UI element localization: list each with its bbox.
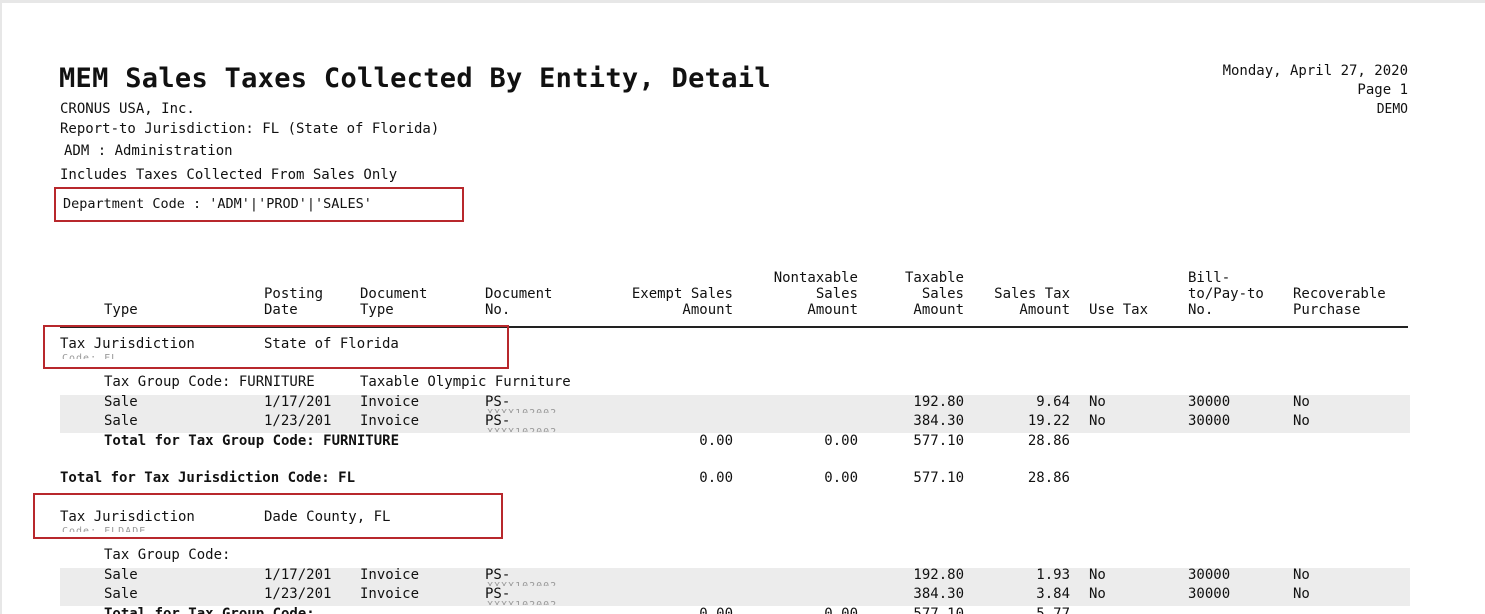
group-total-tax: 5.77 <box>1036 606 1070 614</box>
tax-group-label: Tax Group Code: <box>104 547 231 563</box>
col-header-bill-to: Bill-to/Pay-to No. <box>1188 270 1264 318</box>
cell-posting-date: 1/17/201 <box>264 394 332 410</box>
clipped-text: XXXX102002 <box>487 581 557 586</box>
cell-use-tax: No <box>1089 586 1106 602</box>
cell-document-type: Invoice <box>360 413 420 429</box>
cell-recoverable: No <box>1293 567 1310 583</box>
group-total-nontaxable: 0.00 <box>824 433 858 449</box>
group-total-exempt: 0.00 <box>699 606 733 614</box>
company-name: CRONUS USA, Inc. <box>60 101 195 117</box>
cell-bill-to: 30000 <box>1188 413 1231 429</box>
cell-type: Sale <box>104 413 138 429</box>
cell-bill-to: 30000 <box>1188 394 1231 410</box>
page-number: Page 1 <box>1357 82 1408 98</box>
cell-bill-to: 30000 <box>1188 567 1231 583</box>
jurisdiction-total-exempt: 0.00 <box>699 470 733 486</box>
cell-sales-tax-amount: 19.22 <box>1027 413 1070 429</box>
cell-type: Sale <box>104 567 138 583</box>
cell-bill-to: 30000 <box>1188 586 1231 602</box>
col-header-use-tax: Use Tax <box>1089 302 1149 318</box>
cell-sales-tax-amount: 3.84 <box>1036 586 1070 602</box>
cell-use-tax: No <box>1089 567 1106 583</box>
group-total-exempt: 0.00 <box>699 433 733 449</box>
cell-document-type: Invoice <box>360 586 420 602</box>
cell-taxable-amount: 192.80 <box>913 567 964 583</box>
col-header-recoverable: Recoverable Purchase <box>1293 286 1386 318</box>
col-header-exempt-sales: Exempt Sales Amount <box>631 286 733 318</box>
jurisdiction-highlight <box>43 325 509 369</box>
clipped-text: XXXX102002 <box>487 408 557 413</box>
report-title: MEM Sales Taxes Collected By Entity, Det… <box>59 63 771 94</box>
group-total-tax: 28.86 <box>1027 433 1070 449</box>
cell-use-tax: No <box>1089 394 1106 410</box>
cell-document-type: Invoice <box>360 394 420 410</box>
cell-type: Sale <box>104 394 138 410</box>
user-id: DEMO <box>1376 102 1408 117</box>
report-to-jurisdiction: Report-to Jurisdiction: FL (State of Flo… <box>60 121 440 137</box>
jurisdiction-total-taxable: 577.10 <box>913 470 964 486</box>
clipped-text: XXXX102002 <box>487 427 557 432</box>
department-filter-highlight <box>54 187 464 222</box>
col-header-type: Type <box>104 302 138 318</box>
col-header-document-type: Document Type <box>360 286 428 318</box>
clipped-bottom-row: Total for Tax Group Code: 0.00 0.00 577.… <box>2 604 1485 614</box>
department-line: ADM : Administration <box>64 143 233 159</box>
cell-sales-tax-amount: 1.93 <box>1036 567 1070 583</box>
cell-sales-tax-amount: 9.64 <box>1036 394 1070 410</box>
cell-use-tax: No <box>1089 413 1106 429</box>
cell-taxable-amount: 192.80 <box>913 394 964 410</box>
col-header-taxable-sales: Taxable Sales Amount <box>904 270 964 318</box>
tax-group-description: Taxable Olympic Furniture <box>360 374 571 390</box>
cell-recoverable: No <box>1293 413 1310 429</box>
group-total-label: Total for Tax Group Code: <box>104 606 315 614</box>
cell-type: Sale <box>104 586 138 602</box>
report-date: Monday, April 27, 2020 <box>1222 63 1408 79</box>
includes-line: Includes Taxes Collected From Sales Only <box>60 167 398 183</box>
cell-posting-date: 1/17/201 <box>264 567 332 583</box>
group-total-taxable: 577.10 <box>913 606 964 614</box>
cell-posting-date: 1/23/201 <box>264 586 332 602</box>
group-total-label: Total for Tax Group Code: FURNITURE <box>104 433 400 449</box>
cell-recoverable: No <box>1293 394 1310 410</box>
jurisdiction-total-label: Total for Tax Jurisdiction Code: FL <box>60 470 356 486</box>
cell-posting-date: 1/23/201 <box>264 413 332 429</box>
col-header-nontaxable-sales: Nontaxable Sales Amount <box>773 270 858 318</box>
col-header-document-no: Document No. <box>485 286 553 318</box>
tax-group-label: Tax Group Code: FURNITURE <box>104 374 315 390</box>
jurisdiction-highlight <box>33 493 503 539</box>
jurisdiction-total-tax: 28.86 <box>1027 470 1070 486</box>
col-header-posting-date: Posting Date <box>264 286 324 318</box>
cell-recoverable: No <box>1293 586 1310 602</box>
cell-taxable-amount: 384.30 <box>913 413 964 429</box>
col-header-sales-tax: Sales Tax Amount <box>994 286 1070 318</box>
group-total-nontaxable: 0.00 <box>824 606 858 614</box>
report-page: MEM Sales Taxes Collected By Entity, Det… <box>2 3 1485 614</box>
cell-document-type: Invoice <box>360 567 420 583</box>
cell-taxable-amount: 384.30 <box>913 586 964 602</box>
jurisdiction-total-nontaxable: 0.00 <box>824 470 858 486</box>
group-total-taxable: 577.10 <box>913 433 964 449</box>
